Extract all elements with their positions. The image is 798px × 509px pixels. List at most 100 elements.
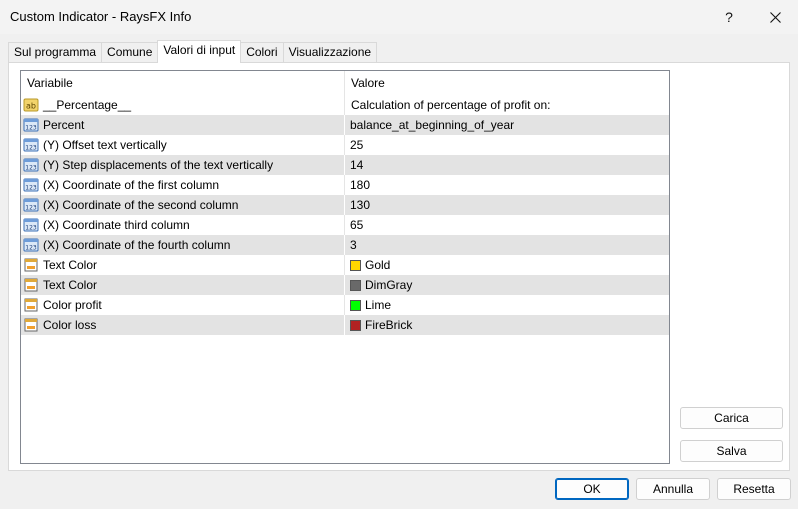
value-text: DimGray xyxy=(365,278,413,292)
value-cell[interactable]: 14 xyxy=(345,155,669,175)
variable-cell: Text Color xyxy=(21,275,345,295)
dialog-body: Sul programma Comune Valori di input Col… xyxy=(0,34,798,509)
grid-header: Variabile Valore xyxy=(21,71,669,95)
help-button[interactable]: ? xyxy=(706,0,752,34)
table-row[interactable]: 123 (X) Coordinate third column 65 xyxy=(21,215,669,235)
cancel-button[interactable]: Annulla xyxy=(636,478,710,500)
close-button[interactable] xyxy=(752,0,798,34)
number-123-icon: 123 xyxy=(23,137,39,153)
table-row[interactable]: ab __Percentage__ Calculation of percentag… xyxy=(21,95,669,115)
window-title: Custom Indicator - RaysFX Info xyxy=(10,9,192,24)
variable-cell: 123 (Y) Offset text vertically xyxy=(21,135,345,155)
column-header-variable[interactable]: Variabile xyxy=(21,71,345,95)
color-swatch xyxy=(350,299,361,311)
ok-button[interactable]: OK xyxy=(555,478,629,500)
tab-visualization[interactable]: Visualizzazione xyxy=(282,42,378,62)
color-swatch xyxy=(350,259,361,271)
number-123-icon: 123 xyxy=(23,237,39,253)
variable-label: (X) Coordinate of the fourth column xyxy=(43,238,231,252)
color-swatch xyxy=(350,279,361,291)
svg-text:123: 123 xyxy=(25,245,37,252)
color-icon xyxy=(23,277,39,293)
table-row[interactable]: 123 (Y) Step displacements of the text ve… xyxy=(21,155,669,175)
variable-cell: 123 (X) Coordinate third column xyxy=(21,215,345,235)
variable-cell: 123 (X) Coordinate of the fourth column xyxy=(21,235,345,255)
svg-text:123: 123 xyxy=(25,225,37,232)
svg-text:123: 123 xyxy=(25,125,37,132)
table-row[interactable]: Color loss FireBrick xyxy=(21,315,669,335)
number-123-icon: 123 xyxy=(23,157,39,173)
tab-about[interactable]: Sul programma xyxy=(8,42,103,62)
variable-cell: Text Color xyxy=(21,255,345,275)
value-text: 130 xyxy=(350,198,371,212)
title-bar: Custom Indicator - RaysFX Info ? xyxy=(0,0,798,34)
variable-cell: 123 (Y) Step displacements of the text ve… xyxy=(21,155,345,175)
color-swatch xyxy=(350,319,361,331)
value-cell[interactable]: Lime xyxy=(345,295,669,315)
tab-colors[interactable]: Colori xyxy=(240,42,284,62)
svg-text:123: 123 xyxy=(25,165,37,172)
value-cell[interactable]: 25 xyxy=(345,135,669,155)
svg-text:123: 123 xyxy=(25,185,37,192)
variable-label: __Percentage__ xyxy=(43,98,132,112)
value-cell[interactable]: 130 xyxy=(345,195,669,215)
variable-cell: ab __Percentage__ xyxy=(21,95,345,115)
color-icon xyxy=(23,297,39,313)
variable-cell: Color loss xyxy=(21,315,345,335)
svg-text:123: 123 xyxy=(25,205,37,212)
reset-button[interactable]: Resetta xyxy=(717,478,791,500)
table-row[interactable]: 123 (Y) Offset text vertically 25 xyxy=(21,135,669,155)
value-cell[interactable]: 180 xyxy=(345,175,669,195)
variable-label: Text Color xyxy=(43,258,98,272)
variable-label: (X) Coordinate of the second column xyxy=(43,198,239,212)
table-row[interactable]: 123 (X) Coordinate of the second column 13… xyxy=(21,195,669,215)
value-text: FireBrick xyxy=(365,318,413,332)
value-cell[interactable]: Calculation of percentage of profit on: xyxy=(345,95,669,115)
variable-label: Percent xyxy=(43,118,85,132)
value-cell[interactable]: 65 xyxy=(345,215,669,235)
variable-cell: 123 (X) Coordinate of the first column xyxy=(21,175,345,195)
inputs-panel: Variabile Valore ab __Percentage__ Calcula… xyxy=(8,62,790,471)
table-row[interactable]: 123 Percent balance_at_beginning_of_year xyxy=(21,115,669,135)
value-text: 3 xyxy=(350,238,357,252)
color-icon xyxy=(23,317,39,333)
tab-common[interactable]: Comune xyxy=(101,42,159,62)
tab-inputs[interactable]: Valori di input xyxy=(157,40,242,63)
value-text: Lime xyxy=(365,298,392,312)
value-cell[interactable]: 3 xyxy=(345,235,669,255)
table-row[interactable]: Text Color Gold xyxy=(21,255,669,275)
number-123-icon: 123 xyxy=(23,217,39,233)
table-row[interactable]: Color profit Lime xyxy=(21,295,669,315)
variable-label: Text Color xyxy=(43,278,98,292)
variable-label: (X) Coordinate of the first column xyxy=(43,178,220,192)
value-text: 25 xyxy=(350,138,364,152)
value-text: Calculation of percentage of profit on: xyxy=(351,98,551,112)
value-text: 180 xyxy=(350,178,371,192)
column-header-value[interactable]: Valore xyxy=(345,71,669,95)
variable-label: Color loss xyxy=(43,318,97,332)
save-button[interactable]: Salva xyxy=(680,440,783,462)
table-row[interactable]: 123 (X) Coordinate of the fourth column 3 xyxy=(21,235,669,255)
value-cell[interactable]: Gold xyxy=(345,255,669,275)
table-row[interactable]: 123 (X) Coordinate of the first column 180 xyxy=(21,175,669,195)
variable-label: Color profit xyxy=(43,298,102,312)
number-123-icon: 123 xyxy=(23,117,39,133)
number-123-icon: 123 xyxy=(23,197,39,213)
tab-strip: Sul programma Comune Valori di input Col… xyxy=(8,40,378,63)
variable-label: (X) Coordinate third column xyxy=(43,218,190,232)
string-ab-icon: ab xyxy=(23,97,39,113)
value-cell[interactable]: FireBrick xyxy=(345,315,669,335)
value-text: Gold xyxy=(365,258,391,272)
table-row[interactable]: Text Color DimGray xyxy=(21,275,669,295)
value-cell[interactable]: DimGray xyxy=(345,275,669,295)
number-123-icon: 123 xyxy=(23,177,39,193)
value-text: 65 xyxy=(350,218,364,232)
value-cell[interactable]: balance_at_beginning_of_year xyxy=(345,115,669,135)
svg-text:123: 123 xyxy=(25,145,37,152)
load-button[interactable]: Carica xyxy=(680,407,783,429)
close-icon xyxy=(769,11,781,23)
variable-cell: 123 (X) Coordinate of the second column xyxy=(21,195,345,215)
variable-cell: 123 Percent xyxy=(21,115,345,135)
variable-cell: Color profit xyxy=(21,295,345,315)
grid-rows: ab __Percentage__ Calculation of percentag… xyxy=(21,95,669,335)
